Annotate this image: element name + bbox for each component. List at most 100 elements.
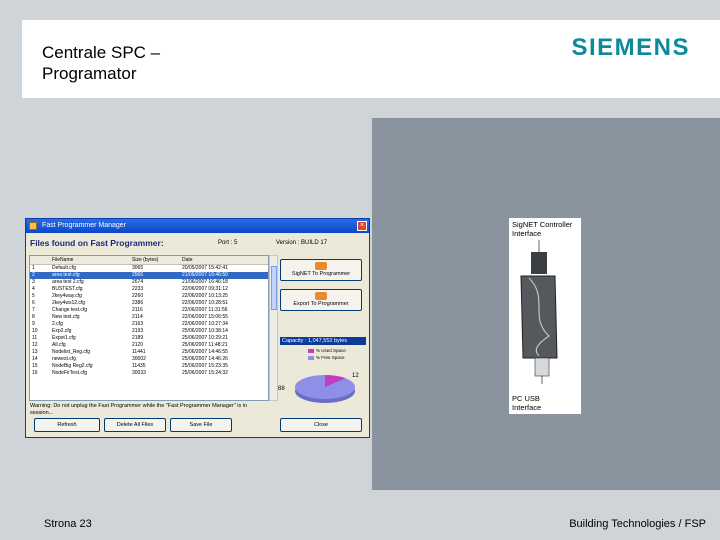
table-row[interactable]: 1 Default.cfg 3065 20/05/2007 15:42:41 — [30, 265, 268, 272]
table-cell: 22/06/2007 11:31:56 — [182, 307, 228, 313]
legend-used-label: % Used Space — [316, 348, 346, 353]
table-row[interactable]: 9 2.cfg 2163 22/06/2007 10:27:34 — [30, 321, 268, 328]
table-cell: NodeFirTest.cfg — [52, 370, 88, 376]
table-cell: 14 — [32, 356, 38, 362]
signet-button-label: SigNET To Programmer — [291, 271, 351, 277]
table-row[interactable]: 12 All.cfg 2120 25/06/2007 11:48:21 — [30, 342, 268, 349]
table-cell: 2116 — [132, 307, 143, 313]
table-cell: 11 — [32, 335, 38, 341]
table-row[interactable]: 16 NodeFirTest.cfg 30033 25/06/2007 15:24:3… — [30, 370, 268, 377]
table-row[interactable]: 8 New test.cfg 2114 22/06/2007 15:06:55 — [30, 314, 268, 321]
usb-programmer-icon — [520, 240, 558, 384]
table-cell: 2163 — [132, 321, 144, 327]
fast-programmer-window: Fast Programmer Manager × Files found on… — [25, 218, 370, 438]
table-cell: 22/06/2007 15:06:55 — [182, 314, 228, 320]
table-cell: 22/06/2007 09:31:12 — [182, 286, 228, 292]
table-cell: 25/06/2007 11:48:21 — [182, 342, 228, 348]
table-cell: 2674 — [132, 279, 144, 285]
table-cell: 20/05/2007 15:42:41 — [182, 265, 228, 271]
table-cell: 10 — [32, 328, 38, 334]
table-cell: 3 — [32, 279, 35, 285]
table-cell: BUSTEST.cfg — [52, 286, 83, 292]
table-cell: 22/06/2007 10:13:25 — [182, 293, 228, 299]
slide-title-line1: Centrale SPC – — [42, 43, 161, 62]
warning-text: Warning: Do not unplug the Fast Programm… — [30, 403, 248, 416]
file-list[interactable]: FileName Size (bytes) Date 1 Default.cfg 3… — [29, 255, 269, 401]
table-cell: 6 — [32, 300, 35, 306]
close-icon[interactable]: × — [357, 221, 367, 231]
table-cell: 22/06/2007 10:27:34 — [182, 321, 228, 327]
column-header-date[interactable]: Date — [182, 256, 260, 264]
scrollbar-thumb[interactable] — [271, 266, 277, 310]
port-label: Port : 5 — [218, 240, 238, 246]
table-cell: 11441 — [132, 349, 146, 355]
column-header-index[interactable] — [30, 256, 52, 264]
table-cell: 1 — [32, 265, 35, 271]
table-row[interactable]: 5 2key4way.cfg 2260 22/06/2007 10:13:25 — [30, 293, 268, 300]
refresh-button[interactable]: Refresh — [34, 418, 100, 432]
table-cell: 2key4ws12.cfg — [52, 300, 86, 306]
table-row[interactable]: 6 2key4ws12.cfg 2386 22/06/2007 10:28:51 — [30, 300, 268, 307]
table-cell: Change test.cfg — [52, 307, 88, 313]
legend-used: % Used Space — [308, 348, 346, 354]
legend-free-label: % Free Space — [316, 355, 345, 360]
table-row[interactable]: 13 Nodelist_Reg.cfg 11441 25/06/2007 14:46:… — [30, 349, 268, 356]
version-label: Version : BUILD 17 — [276, 240, 328, 246]
legend-free: % Free Space — [308, 355, 345, 361]
save-file-button[interactable]: Save File — [170, 418, 232, 432]
table-cell: NodeBig Reg2.cfg — [52, 363, 93, 369]
table-cell: 12 — [32, 342, 38, 348]
table-cell: 25/06/2007 15:23:35 — [182, 363, 228, 369]
file-list-header: FileName Size (bytes) Date — [30, 256, 268, 265]
table-cell: 8 — [32, 314, 35, 320]
table-cell: 2189 — [132, 335, 144, 341]
table-row[interactable]: 4 BUSTEST.cfg 2233 22/06/2007 09:31:12 — [30, 286, 268, 293]
export-to-programmer-button[interactable]: Export To Programmer — [280, 289, 362, 311]
table-cell: 22/06/2007 10:28:51 — [182, 300, 228, 306]
table-cell: 11435 — [132, 363, 146, 369]
table-cell: 2193 — [132, 328, 144, 334]
table-cell: 15 — [32, 363, 38, 369]
table-cell: 25/06/2007 14:46:26 — [182, 356, 228, 362]
table-cell: area test.cfg — [52, 272, 80, 278]
table-cell: 5 — [32, 293, 35, 299]
slide-title-line2: Programator — [42, 64, 137, 83]
close-button[interactable]: Close — [280, 418, 362, 432]
pie-used-value: 12 — [352, 373, 359, 379]
table-row[interactable]: 11 Expot1.cfg 2189 25/06/2007 10:29:21 — [30, 335, 268, 342]
table-cell: newest.cfg — [52, 356, 76, 362]
table-cell: 25/06/2007 14:46:55 — [182, 349, 228, 355]
slide-header: Centrale SPC – Programator SIEMENS — [22, 20, 720, 98]
table-row[interactable]: 10 Exp2.cfg 2193 25/06/2007 10:38:14 — [30, 328, 268, 335]
column-header-filename[interactable]: FileName — [52, 256, 132, 264]
delete-all-files-button[interactable]: Delete All Files — [104, 418, 166, 432]
window-titlebar[interactable]: Fast Programmer Manager × — [26, 219, 369, 233]
table-row[interactable]: 2 area test.cfg 2566 21/06/2007 16:46:50 — [30, 272, 268, 279]
table-cell: All.cfg — [52, 342, 66, 348]
footer-department: Building Technologies / FSP — [569, 518, 706, 530]
legend-swatch-free — [308, 355, 314, 360]
table-cell: 30002 — [132, 356, 146, 362]
file-list-scrollbar[interactable] — [269, 255, 278, 401]
table-cell: 2.cfg — [52, 321, 63, 327]
table-row[interactable]: 3 area test 2.cfg 2674 21/06/2007 16:46:18 — [30, 279, 268, 286]
table-cell: area test 2.cfg — [52, 279, 84, 285]
files-header: Files found on Fast Programmer: — [30, 238, 164, 248]
signet-to-programmer-button[interactable]: SigNET To Programmer — [280, 259, 362, 281]
table-row[interactable]: 15 NodeBig Reg2.cfg 11435 25/06/2007 15:23:… — [30, 363, 268, 370]
table-cell: 25/06/2007 10:38:14 — [182, 328, 228, 334]
legend-swatch-used — [308, 348, 314, 353]
table-cell: Default.cfg — [52, 265, 76, 271]
table-cell: 16 — [32, 370, 38, 376]
table-cell: 2114 — [132, 314, 143, 320]
page-number: Strona 23 — [44, 518, 92, 530]
table-row[interactable]: 14 newest.cfg 30002 25/06/2007 14:46:26 — [30, 356, 268, 363]
table-cell: 21/06/2007 16:46:50 — [182, 272, 228, 278]
table-cell: 3065 — [132, 265, 144, 271]
table-cell: 30033 — [132, 370, 146, 376]
column-header-size[interactable]: Size (bytes) — [132, 256, 182, 264]
table-row[interactable]: 7 Change test.cfg 2116 22/06/2007 11:31:56 — [30, 307, 268, 314]
table-cell: 2 — [32, 272, 35, 278]
table-cell: 2566 — [132, 272, 144, 278]
table-cell: Exp2.cfg — [52, 328, 72, 334]
